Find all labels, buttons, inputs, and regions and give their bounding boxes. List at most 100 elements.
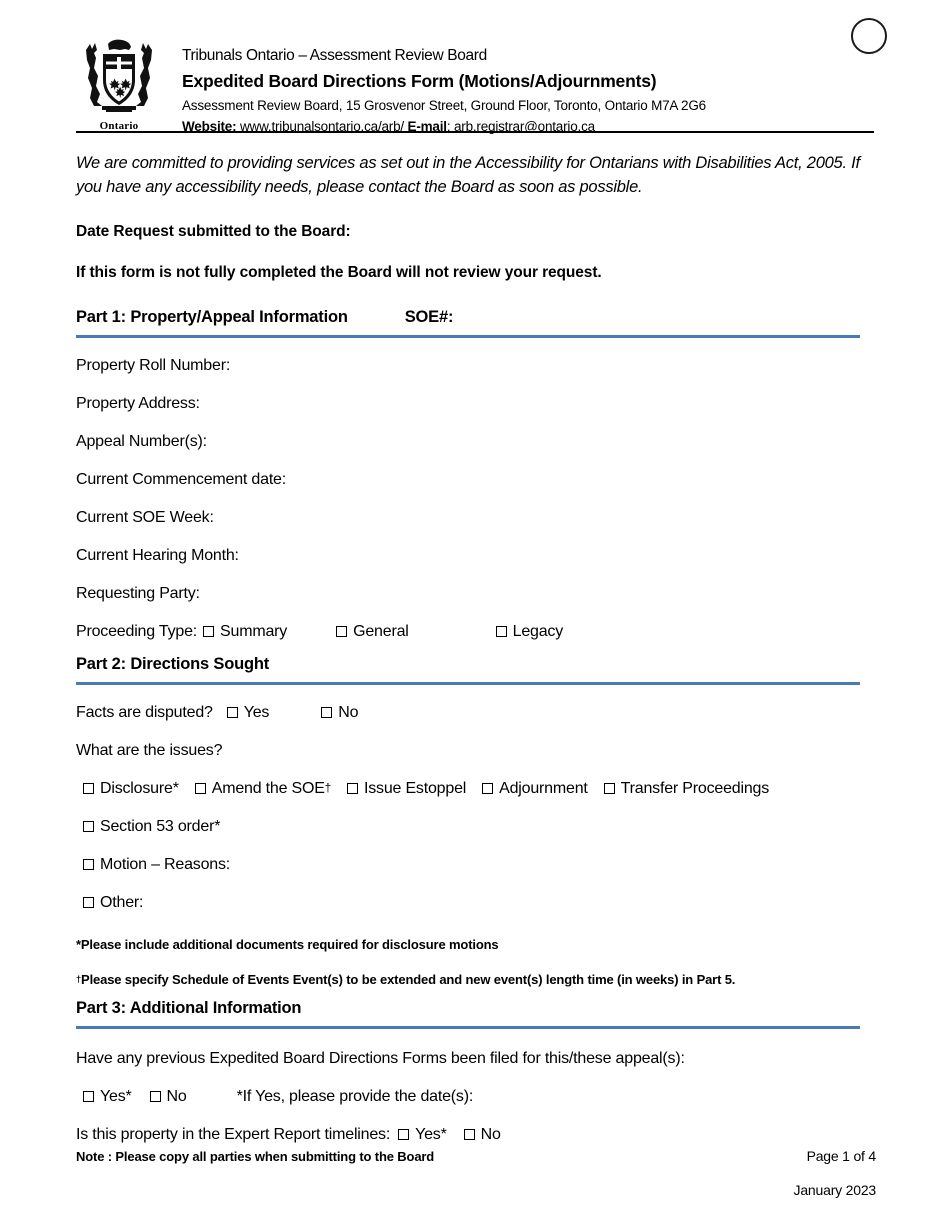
option-label: Adjournment bbox=[499, 779, 588, 797]
checkbox-icon[interactable] bbox=[603, 783, 615, 795]
checkbox-icon[interactable] bbox=[83, 859, 94, 871]
field-current-soe-week[interactable]: Current SOE Week: bbox=[76, 499, 876, 537]
checkbox-icon[interactable] bbox=[398, 1129, 410, 1141]
field-property-roll-number[interactable]: Property Roll Number: bbox=[76, 347, 876, 385]
field-appeal-numbers[interactable]: Appeal Number(s): bbox=[76, 423, 876, 461]
page-footer: Note : Please copy all parties when subm… bbox=[76, 1148, 876, 1198]
checkbox-icon[interactable] bbox=[346, 783, 358, 795]
option-label: Summary bbox=[220, 622, 288, 640]
part1-heading: Part 1: Property/Appeal Information bbox=[76, 307, 348, 326]
field-label: Current Commencement date: bbox=[76, 470, 287, 488]
checkbox-option-other[interactable]: Other: bbox=[76, 884, 876, 922]
masthead: Ontario Tribunals Ontario – Assessment R… bbox=[76, 36, 874, 137]
accessibility-statement: We are committed to providing services a… bbox=[76, 154, 860, 196]
option-label: Legacy bbox=[512, 622, 564, 640]
issues-checkbox-row: Disclosure* Amend the SOE † Issue Estoppe… bbox=[76, 770, 876, 808]
checkbox-option-disclosure[interactable]: Disclosure* bbox=[83, 779, 179, 797]
address-line: Assessment Review Board, 15 Grosvenor St… bbox=[182, 98, 706, 114]
field-label: Property Roll Number: bbox=[76, 356, 231, 374]
field-requesting-party[interactable]: Requesting Party: bbox=[76, 575, 876, 613]
issues-question: What are the issues? bbox=[76, 732, 876, 770]
if-yes-dates-label[interactable]: *If Yes, please provide the date(s): bbox=[237, 1088, 474, 1105]
footnote-text: Please specify Schedule of Events Event(… bbox=[81, 971, 736, 987]
option-label: Transfer Proceedings bbox=[620, 779, 770, 797]
page-number: Page 1 of 4 bbox=[806, 1148, 877, 1164]
masthead-divider bbox=[76, 131, 874, 133]
field-current-hearing-month[interactable]: Current Hearing Month: bbox=[76, 537, 876, 575]
option-label: No bbox=[166, 1087, 187, 1105]
field-label: Property Address: bbox=[76, 394, 200, 412]
part2-heading: Part 2: Directions Sought bbox=[76, 654, 270, 673]
checkbox-option-expert-no[interactable]: No bbox=[463, 1126, 501, 1143]
footnote-dagger: † Please specify Schedule of Events Event… bbox=[76, 971, 736, 987]
form-body: We are committed to providing services a… bbox=[76, 152, 876, 1154]
field-label: Current Hearing Month: bbox=[76, 546, 239, 564]
checkbox-icon[interactable] bbox=[336, 626, 348, 638]
checkbox-icon[interactable] bbox=[149, 1091, 161, 1103]
checkbox-option-facts-no[interactable]: No bbox=[321, 703, 359, 721]
organization-line: Tribunals Ontario – Assessment Review Bo… bbox=[182, 47, 487, 64]
checkbox-option-adjournment[interactable]: Adjournment bbox=[482, 779, 588, 797]
option-label: Motion – Reasons: bbox=[100, 855, 231, 873]
question-label: Have any previous Expedited Board Direct… bbox=[76, 1049, 685, 1067]
proceeding-type-label: Proceeding Type: bbox=[76, 622, 198, 640]
checkbox-icon[interactable] bbox=[203, 626, 215, 638]
footer-note: Note : Please copy all parties when subm… bbox=[76, 1149, 435, 1164]
field-label: Appeal Number(s): bbox=[76, 432, 207, 450]
previous-forms-answer-row: Yes* No *If Yes, please provide the date… bbox=[76, 1078, 876, 1116]
masthead-text-block: Tribunals Ontario – Assessment Review Bo… bbox=[162, 36, 874, 137]
option-label: General bbox=[353, 622, 409, 640]
footnote-asterisk: *Please include additional documents req… bbox=[76, 927, 876, 962]
field-label: Requesting Party: bbox=[76, 584, 200, 602]
checkbox-icon[interactable] bbox=[83, 783, 94, 795]
checkbox-option-general[interactable]: General bbox=[336, 622, 409, 640]
field-facts-disputed: Facts are disputed? Yes No bbox=[76, 694, 876, 732]
checkbox-option-previous-no[interactable]: No bbox=[149, 1087, 187, 1105]
checkbox-icon[interactable] bbox=[83, 897, 94, 909]
checkbox-icon[interactable] bbox=[321, 707, 333, 719]
form-title: Expedited Board Directions Form (Motions… bbox=[182, 70, 657, 91]
checkbox-option-amend-soe[interactable]: Amend the SOE † bbox=[194, 779, 331, 797]
issues-question-label: What are the issues? bbox=[76, 741, 223, 759]
checkbox-option-previous-yes[interactable]: Yes* bbox=[83, 1087, 132, 1105]
checkbox-icon[interactable] bbox=[226, 707, 238, 719]
option-label: Issue Estoppel bbox=[363, 779, 467, 797]
checkbox-option-issue-estoppel[interactable]: Issue Estoppel bbox=[346, 779, 467, 797]
field-label: Current SOE Week: bbox=[76, 508, 214, 526]
field-current-commencement-date[interactable]: Current Commencement date: bbox=[76, 461, 876, 499]
expert-report-label: Is this property in the Expert Report ti… bbox=[76, 1125, 391, 1143]
checkbox-option-legacy[interactable]: Legacy bbox=[495, 622, 564, 640]
checkbox-icon[interactable] bbox=[495, 626, 507, 638]
part1-header: Part 1: Property/Appeal Information SOE#… bbox=[76, 308, 876, 327]
completion-warning: If this form is not fully completed the … bbox=[76, 263, 602, 281]
checkbox-icon[interactable] bbox=[482, 783, 494, 795]
document-page: Ontario Tribunals Ontario – Assessment R… bbox=[0, 0, 950, 1230]
soe-number-label: SOE#: bbox=[404, 307, 454, 326]
footnote-text: *Please include additional documents req… bbox=[76, 936, 499, 952]
option-label: Yes* bbox=[415, 1125, 447, 1143]
checkbox-option-expert-yes[interactable]: Yes* bbox=[398, 1125, 447, 1143]
option-label: Disclosure* bbox=[100, 779, 179, 797]
option-label: Amend the SOE bbox=[211, 779, 325, 797]
checkbox-option-transfer-proceedings[interactable]: Transfer Proceedings bbox=[603, 779, 770, 797]
facts-disputed-label: Facts are disputed? bbox=[76, 703, 213, 721]
date-request-label: Date Request submitted to the Board: bbox=[76, 222, 351, 240]
contact-line: Website: www.tribunalsontario.ca/arb/ E-… bbox=[182, 117, 874, 137]
checkbox-option-summary[interactable]: Summary bbox=[203, 622, 288, 640]
checkbox-option-section-53[interactable]: Section 53 order* bbox=[76, 808, 876, 846]
part3-header: Part 3: Additional Information bbox=[76, 999, 876, 1018]
checkbox-option-facts-yes[interactable]: Yes bbox=[226, 704, 269, 721]
field-property-address[interactable]: Property Address: bbox=[76, 385, 876, 423]
footer-top-row: Note : Please copy all parties when subm… bbox=[76, 1148, 876, 1164]
checkbox-icon[interactable] bbox=[463, 1129, 475, 1141]
coat-of-arms-icon bbox=[86, 39, 152, 112]
option-label: Yes* bbox=[100, 1087, 132, 1105]
checkbox-icon[interactable] bbox=[194, 783, 206, 795]
checkbox-icon[interactable] bbox=[83, 1091, 94, 1103]
part3-heading: Part 3: Additional Information bbox=[76, 998, 302, 1017]
footer-date: January 2023 bbox=[793, 1182, 877, 1198]
checkbox-option-motion-reasons[interactable]: Motion – Reasons: bbox=[76, 846, 876, 884]
ontario-coat-of-arms-logo: Ontario bbox=[76, 36, 162, 132]
checkbox-icon[interactable] bbox=[83, 821, 94, 833]
option-label: No bbox=[338, 703, 359, 721]
